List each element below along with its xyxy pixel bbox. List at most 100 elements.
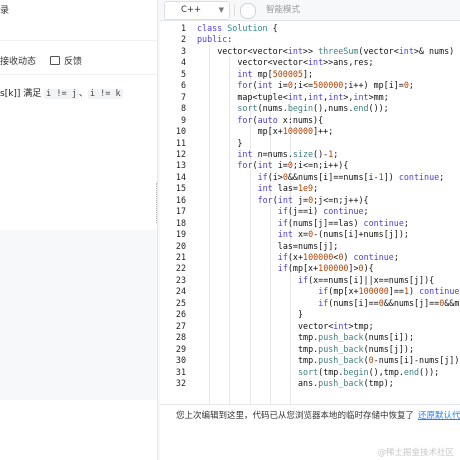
code-text: class Solution { (197, 23, 278, 33)
language-value: C++ (181, 5, 202, 15)
line-number: 17 (175, 206, 186, 217)
language-select[interactable]: C++ ▼ (164, 1, 230, 20)
line-number: 14 (175, 171, 186, 182)
code-line[interactable]: 2 public: (160, 34, 460, 45)
code-line[interactable]: 26} (160, 309, 460, 320)
code-text: for(int j=0;j<=n;j++){ (257, 194, 369, 205)
code-text: int n=nums.size()-1; (237, 148, 339, 159)
code-editor[interactable]: 1 class Solution {2 public: 3 vector<vector<… (160, 21, 460, 404)
line-number: 26 (175, 309, 186, 320)
code-text: vector<vector<int>>ans,res; (237, 57, 374, 68)
code-text: if(nums[i]==0&&nums[j]==0&&m (318, 297, 460, 308)
code-line[interactable]: 13 for(int i=0;i<=n;i++){ (160, 160, 460, 171)
line-number: 32 (175, 377, 186, 388)
code-line[interactable]: 3 vector<vector<int>> threeSum(vector<int… (160, 46, 460, 57)
code-line[interactable]: 1 class Solution { (160, 23, 460, 34)
code-line[interactable]: 20 las=nums[j]; (160, 241, 460, 252)
code-line[interactable]: 23 if(x==nums[i]||x==nums[j]){ (160, 275, 460, 286)
reset-default-link[interactable]: 还原默认代 (418, 405, 460, 427)
feedback-button[interactable]: 反馈 (64, 57, 82, 67)
line-number: 23 (175, 274, 186, 285)
problem-statement: s[k]] 满足 i != j、 i != k (0, 86, 123, 99)
feedback-icon (50, 56, 61, 65)
line-number: 6 (180, 80, 186, 91)
code-line[interactable]: 11} (160, 138, 460, 149)
line-number: 12 (175, 148, 186, 159)
code-text: int mp[500005]; (237, 68, 314, 79)
editor-toolbar: C++ ▼ 智能模式 (160, 0, 460, 21)
smart-mode-label: 智能模式 (266, 5, 301, 15)
code-text: int x=0-(nums[i]+nums[j]); (277, 229, 409, 240)
tab-follow-activity[interactable]: 接收动态 (0, 57, 36, 67)
panel-bottom-card (0, 400, 157, 460)
code-text: if(mp[x+100000]>0){ (277, 263, 374, 274)
problem-panel: 录 接收动态 反馈 s[k]] 满足 i != j、 i != k (0, 0, 158, 460)
line-number: 27 (175, 320, 186, 331)
line-number: 4 (180, 57, 186, 68)
code-line[interactable]: 15 int las=1e9; (160, 183, 460, 194)
line-number: 1 (180, 23, 186, 33)
code-text: int las=1e9; (257, 183, 319, 194)
code-line[interactable]: 14 if(i>0&&nums[i]==nums[i-1]) continue; (160, 172, 460, 183)
code-text: mp[x+100000]++; (257, 126, 334, 137)
code-line[interactable]: 7 map<tuple<int,int,int>,int>mm; (160, 92, 460, 103)
watermark: @稀土掘金技术社区 (377, 448, 454, 458)
code-line[interactable]: 31 sort(tmp.begin(),tmp.end()); (160, 367, 460, 378)
code-text: public: (197, 34, 233, 45)
line-number: 22 (175, 263, 186, 274)
restore-notice: 您上次编辑到这里，代码已从您浏览器本地的临时存储中恢复了 还原默认代 (160, 404, 460, 427)
code-line[interactable]: 16 for(int j=0;j<=n;j++){ (160, 195, 460, 206)
code-text: } (237, 137, 243, 148)
code-text: if(mp[x+100000]==1) continue (318, 286, 460, 297)
code-line[interactable]: 28 tmp.push_back(nums[i]); (160, 332, 460, 343)
line-number: 19 (175, 229, 186, 240)
line-number: 8 (180, 103, 186, 114)
code-line[interactable]: 29 tmp.push_back(nums[j]); (160, 344, 460, 355)
line-number: 31 (175, 366, 186, 377)
code-text: if(i>0&&nums[i]==nums[i-1]) continue; (257, 171, 445, 182)
code-line[interactable]: 22 if(mp[x+100000]>0){ (160, 263, 460, 274)
code-text: vector<int>tmp; (298, 320, 374, 331)
line-number: 3 (180, 45, 186, 56)
page-title-fragment: 录 (0, 6, 10, 16)
code-line[interactable]: 6 for(int i=0;i<=500000;i++) mp[i]=0; (160, 80, 460, 91)
code-line[interactable]: 25 if(nums[i]==0&&nums[j]==0&&m (160, 298, 460, 309)
code-text: las=nums[j]; (277, 240, 339, 251)
panel-tabs: 接收动态 反馈 (0, 54, 82, 67)
restore-message: 您上次编辑到这里，代码已从您浏览器本地的临时存储中恢复了 (176, 411, 415, 421)
code-line[interactable]: 27 vector<int>tmp; (160, 321, 460, 332)
line-number: 18 (175, 217, 186, 228)
code-line[interactable]: 10 mp[x+100000]++; (160, 126, 460, 137)
code-line[interactable]: 8 sort(nums.begin(),nums.end()); (160, 103, 460, 114)
code-line[interactable]: 19 int x=0-(nums[i]+nums[j]); (160, 229, 460, 240)
code-line[interactable]: 30 tmp.push_back(0-nums[i]-nums[j]); (160, 355, 460, 366)
line-number: 13 (175, 160, 186, 171)
statement-separator: 、 (78, 89, 88, 99)
code-text: if(nums[j]==las) continue; (277, 217, 409, 228)
code-line[interactable]: 12 int n=nums.size()-1; (160, 149, 460, 160)
code-line[interactable]: 24 if(mp[x+100000]==1) continue (160, 286, 460, 297)
line-number: 30 (175, 355, 186, 366)
code-line[interactable]: 17 if(j==i) continue; (160, 206, 460, 217)
code-line[interactable]: 32 ans.push_back(tmp); (160, 378, 460, 389)
code-text: sort(nums.begin(),nums.end()); (237, 103, 389, 114)
smart-mode-toggle[interactable] (240, 3, 256, 19)
line-number: 20 (175, 240, 186, 251)
code-line[interactable]: 4 vector<vector<int>>ans,res; (160, 57, 460, 68)
line-number: 10 (175, 126, 186, 137)
code-text: for(int i=0;i<=n;i++){ (237, 160, 349, 171)
code-text: for(auto x:nums){ (237, 114, 324, 125)
line-number: 21 (175, 252, 186, 262)
code-text: for(int i=0;i<=500000;i++) mp[i]=0; (237, 80, 414, 91)
line-number: 9 (180, 114, 186, 125)
code-line[interactable]: 21 if(x+100000<0) continue; (160, 252, 460, 263)
line-number: 25 (175, 297, 186, 308)
code-line[interactable]: 9 for(auto x:nums){ (160, 115, 460, 126)
code-text: if(x+100000<0) continue; (277, 252, 399, 262)
statement-code: i != j (44, 89, 79, 99)
code-text: ans.push_back(tmp); (298, 377, 394, 388)
code-line[interactable]: 5 int mp[500005]; (160, 69, 460, 80)
code-line[interactable]: 18 if(nums[j]==las) continue; (160, 218, 460, 229)
chevron-down-icon: ▼ (218, 6, 224, 14)
line-number: 15 (175, 183, 186, 194)
